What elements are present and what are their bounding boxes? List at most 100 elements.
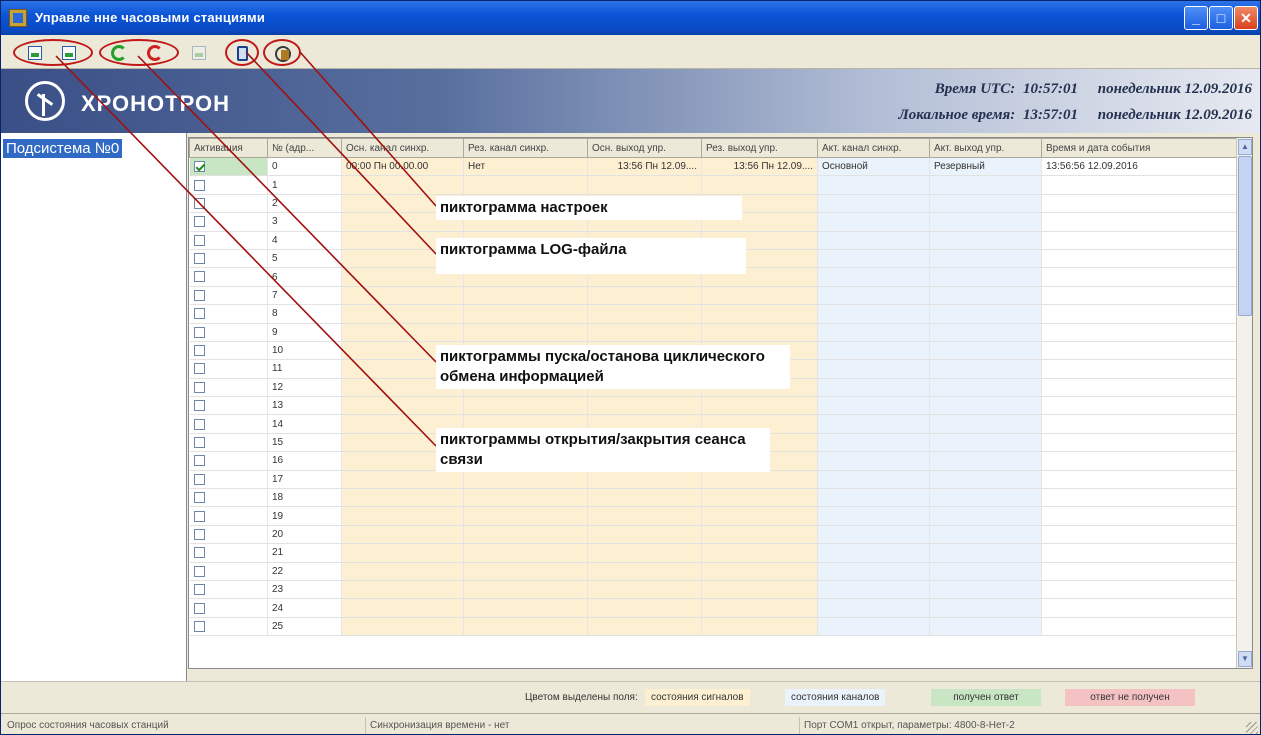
- activation-checkbox[interactable]: [193, 345, 205, 357]
- table-row[interactable]: 14: [189, 414, 1238, 434]
- scroll-down-button[interactable]: ▼: [1238, 651, 1252, 667]
- table-row[interactable]: 22: [189, 562, 1238, 581]
- column-header[interactable]: Акт. выход упр.: [929, 138, 1042, 158]
- column-header[interactable]: Активация: [189, 138, 268, 158]
- activation-checkbox[interactable]: [193, 216, 205, 228]
- table-row[interactable]: 16: [189, 451, 1238, 471]
- activation-checkbox[interactable]: [193, 602, 205, 614]
- tree-item-subsystem-0[interactable]: Подсистема №0: [3, 139, 123, 158]
- activation-cell[interactable]: [189, 212, 268, 232]
- activation-cell[interactable]: [189, 378, 268, 398]
- table-row[interactable]: 10: [189, 341, 1238, 361]
- table-row[interactable]: 7: [189, 286, 1238, 306]
- table-row[interactable]: 23: [189, 580, 1238, 600]
- activation-cell[interactable]: [189, 543, 268, 563]
- activation-checkbox[interactable]: [193, 197, 205, 209]
- activation-cell[interactable]: [189, 525, 268, 545]
- table-row[interactable]: 4: [189, 231, 1238, 250]
- activation-checkbox[interactable]: [193, 455, 205, 467]
- activation-cell[interactable]: [189, 157, 268, 177]
- activation-checkbox[interactable]: [193, 565, 205, 577]
- table-row[interactable]: 24: [189, 598, 1238, 618]
- activation-cell[interactable]: [189, 396, 268, 416]
- column-header[interactable]: № (адр...: [267, 138, 342, 158]
- activation-cell[interactable]: [189, 341, 268, 361]
- activation-checkbox[interactable]: [193, 400, 205, 412]
- table-row[interactable]: 9: [189, 323, 1238, 342]
- open-session-button[interactable]: [25, 43, 45, 63]
- stop-cycle-button[interactable]: [145, 43, 165, 63]
- activation-checkbox[interactable]: [193, 289, 205, 301]
- activation-cell[interactable]: [189, 598, 268, 618]
- resize-grip[interactable]: [1246, 722, 1258, 734]
- activation-checkbox[interactable]: [193, 179, 205, 191]
- activation-cell[interactable]: [189, 286, 268, 306]
- activation-checkbox[interactable]: [193, 473, 205, 485]
- activation-checkbox[interactable]: [193, 308, 205, 320]
- activation-checkbox[interactable]: [193, 363, 205, 375]
- table-row[interactable]: 11: [189, 359, 1238, 379]
- start-cycle-button[interactable]: [109, 43, 129, 63]
- activation-cell[interactable]: [189, 562, 268, 581]
- column-header[interactable]: Акт. канал синхр.: [817, 138, 930, 158]
- activation-cell[interactable]: [189, 433, 268, 453]
- column-header[interactable]: Осн. канал синхр.: [341, 138, 464, 158]
- close-button[interactable]: ✕: [1234, 6, 1258, 30]
- activation-cell[interactable]: [189, 580, 268, 600]
- activation-cell[interactable]: [189, 617, 268, 637]
- table-row[interactable]: 1: [189, 175, 1238, 195]
- activation-cell[interactable]: [189, 323, 268, 342]
- settings-button[interactable]: [272, 43, 292, 63]
- table-row[interactable]: 3: [189, 212, 1238, 232]
- activation-cell[interactable]: [189, 414, 268, 434]
- activation-checkbox[interactable]: [193, 271, 205, 283]
- table-row[interactable]: 2: [189, 194, 1238, 214]
- activation-cell[interactable]: [189, 175, 268, 195]
- activation-checkbox[interactable]: [193, 436, 205, 448]
- activation-cell[interactable]: [189, 488, 268, 508]
- activation-cell[interactable]: [189, 194, 268, 214]
- activation-cell[interactable]: [189, 470, 268, 490]
- maximize-button[interactable]: □: [1209, 6, 1233, 30]
- table-row[interactable]: 21: [189, 543, 1238, 563]
- table-row[interactable]: 12: [189, 378, 1238, 398]
- activation-cell[interactable]: [189, 304, 268, 324]
- activation-cell[interactable]: [189, 506, 268, 526]
- table-row[interactable]: 18: [189, 488, 1238, 508]
- column-header[interactable]: Осн. выход упр.: [587, 138, 702, 158]
- activation-cell[interactable]: [189, 451, 268, 471]
- table-row[interactable]: 0 00:00 Пн 00.00.00 Нет 13:56 Пн 12.09..…: [189, 157, 1238, 177]
- table-row[interactable]: 13: [189, 396, 1238, 416]
- activation-cell[interactable]: [189, 249, 268, 269]
- grid-scrollbar[interactable]: ▲ ▼: [1236, 138, 1252, 668]
- column-header[interactable]: Рез. канал синхр.: [463, 138, 588, 158]
- activation-checkbox[interactable]: [193, 161, 205, 173]
- activation-checkbox[interactable]: [193, 418, 205, 430]
- activation-checkbox[interactable]: [193, 620, 205, 632]
- minimize-button[interactable]: _: [1184, 6, 1208, 30]
- activation-checkbox[interactable]: [193, 381, 205, 393]
- title-bar[interactable]: Управле нне часовыми станциями _ □ ✕: [1, 1, 1260, 35]
- disabled-button[interactable]: [189, 43, 209, 63]
- table-row[interactable]: 17: [189, 470, 1238, 490]
- log-file-button[interactable]: [232, 43, 252, 63]
- table-row[interactable]: 20: [189, 525, 1238, 545]
- activation-checkbox[interactable]: [193, 492, 205, 504]
- table-row[interactable]: 15: [189, 433, 1238, 453]
- activation-cell[interactable]: [189, 267, 268, 287]
- activation-cell[interactable]: [189, 231, 268, 250]
- table-row[interactable]: 19: [189, 506, 1238, 526]
- column-header[interactable]: Время и дата события: [1041, 138, 1238, 158]
- close-session-button[interactable]: [59, 43, 79, 63]
- scroll-thumb[interactable]: [1238, 156, 1252, 316]
- table-row[interactable]: 5: [189, 249, 1238, 269]
- table-row[interactable]: 8: [189, 304, 1238, 324]
- activation-checkbox[interactable]: [193, 326, 205, 338]
- table-row[interactable]: 25: [189, 617, 1238, 637]
- activation-cell[interactable]: [189, 359, 268, 379]
- activation-checkbox[interactable]: [193, 253, 205, 265]
- activation-checkbox[interactable]: [193, 528, 205, 540]
- column-header[interactable]: Рез. выход упр.: [701, 138, 818, 158]
- activation-checkbox[interactable]: [193, 584, 205, 596]
- scroll-up-button[interactable]: ▲: [1238, 139, 1252, 155]
